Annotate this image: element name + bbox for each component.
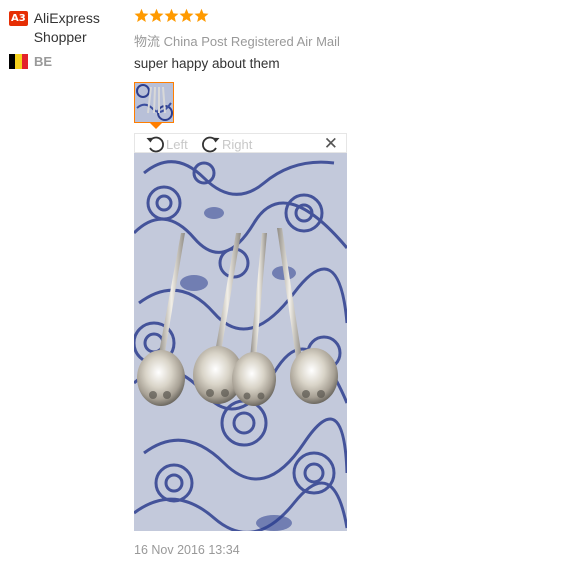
rotate-right-button[interactable]: Right <box>201 134 252 154</box>
shipping-method: China Post Registered Air Mail <box>163 34 340 49</box>
rotate-left-button[interactable]: Left <box>145 134 188 154</box>
belgium-flag-icon <box>9 54 28 69</box>
star-icon <box>164 8 179 22</box>
review-text: super happy about them <box>134 56 280 71</box>
rotate-left-icon <box>146 136 164 153</box>
star-icon <box>179 8 194 22</box>
review-date: 16 Nov 2016 13:34 <box>134 543 240 557</box>
shipping-info: 物流 China Post Registered Air Mail <box>134 31 340 50</box>
shipping-prefix: 物流 <box>134 35 161 50</box>
buyer-level-badge: A3 <box>9 11 28 26</box>
country-code: BE <box>34 54 53 69</box>
flag-stripe-red <box>21 54 28 69</box>
review-photo-image <box>134 153 347 531</box>
review-photo <box>134 153 347 531</box>
photo-viewer-toolbar: Left Right ✕ <box>134 133 347 153</box>
thumbnail-image <box>135 83 173 122</box>
rotate-right-icon <box>202 136 220 153</box>
reviewer-row: A3 AliExpress Shopper <box>9 9 124 47</box>
star-icon <box>134 8 149 22</box>
thumbnail-pointer <box>150 123 162 129</box>
reviewer-info: A3 AliExpress Shopper BE <box>9 9 124 69</box>
rotate-right-label: Right <box>222 136 253 152</box>
reviewer-name: AliExpress Shopper <box>33 10 100 45</box>
review-photo-thumbnail[interactable] <box>134 82 174 123</box>
star-icon <box>194 8 209 22</box>
reviewer-country: BE <box>9 54 124 69</box>
star-rating <box>134 8 209 23</box>
star-icon <box>149 8 164 22</box>
close-icon[interactable]: ✕ <box>324 135 338 153</box>
rotate-left-label: Left <box>166 136 188 152</box>
